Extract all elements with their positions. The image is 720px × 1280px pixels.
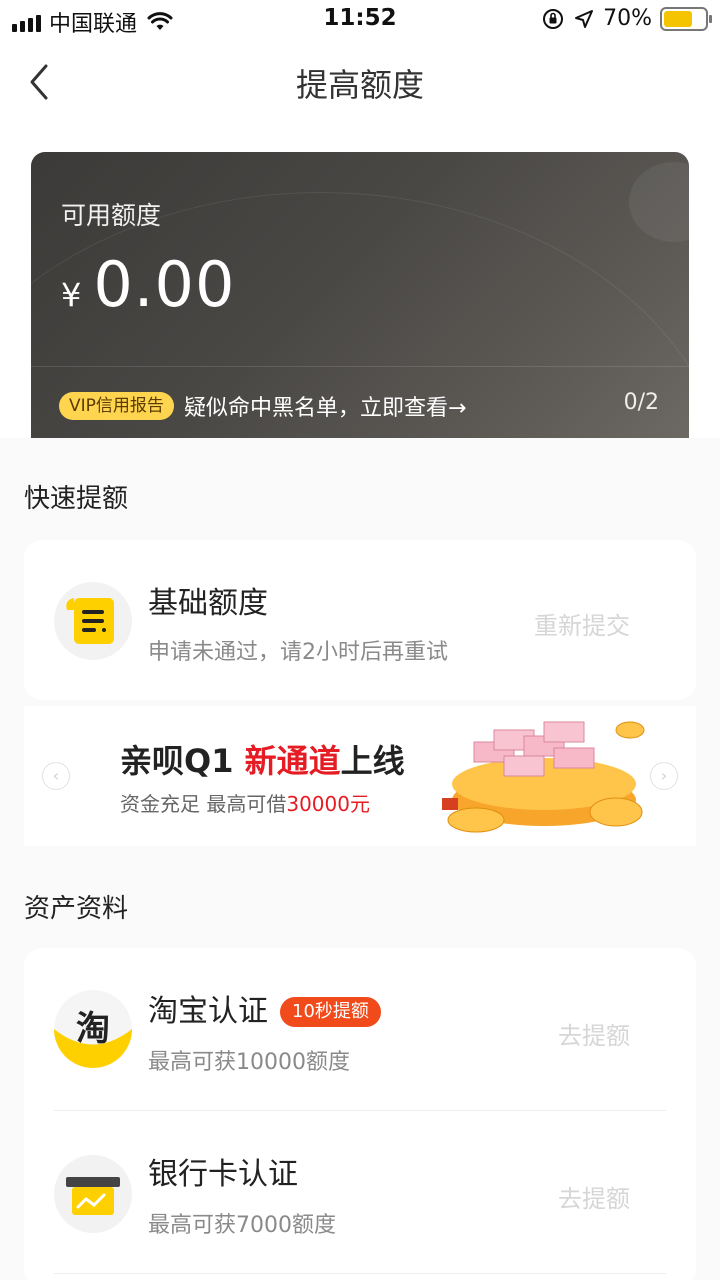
assets-panel: 淘 淘宝认证 10秒提额 最高可获10000额度 去提额 银行卡认证 最高可获70…	[24, 948, 696, 1280]
section-title-quick: 快速提额	[24, 484, 129, 514]
status-bar: 中国联通 11:52 70%	[0, 0, 720, 40]
promo-banner[interactable]: ‹ 亲呗Q1 新通道上线 资金充足 最高可借30000元 ›	[24, 706, 696, 846]
nav-bar: 提高额度	[0, 40, 720, 124]
bank-card-increase-button[interactable]: 去提额	[558, 1179, 630, 1214]
section-title-assets: 资产资料	[24, 894, 129, 924]
location-icon	[575, 9, 594, 28]
taobao-icon: 淘	[54, 990, 132, 1068]
vip-credit-report-badge[interactable]: VIP信用报告	[59, 392, 174, 420]
money-illustration	[442, 721, 645, 833]
credit-limit-card: 可用额度 ¥ 0.00 VIP信用报告 疑似命中黑名单，立即查看→ 0/2	[31, 152, 689, 438]
resubmit-button[interactable]: 重新提交	[534, 606, 630, 641]
list-item-bank-card[interactable]: 银行卡认证 最高可获7000额度 去提额	[24, 1111, 696, 1274]
quick-panel: 基础额度 申请未通过，请2小时后再重试 重新提交	[24, 540, 696, 700]
battery-percent: 70%	[603, 6, 652, 31]
item-title: 银行卡认证	[148, 1157, 298, 1192]
fast-increase-tag: 10秒提额	[280, 997, 381, 1027]
list-item-taobao[interactable]: 淘 淘宝认证 10秒提额 最高可获10000额度 去提额	[24, 948, 696, 1111]
taobao-increase-button[interactable]: 去提额	[558, 1016, 630, 1051]
credit-limit-amount: 0.00	[93, 248, 236, 321]
notice-counter: 0/2	[623, 390, 659, 415]
item-subtitle: 申请未通过，请2小时后再重试	[148, 640, 448, 665]
blacklist-notice-link[interactable]: 疑似命中黑名单，立即查看→	[184, 390, 466, 422]
page-title: 提高额度	[295, 66, 424, 104]
bank-card-icon	[54, 1155, 132, 1233]
divider	[54, 1273, 666, 1274]
item-subtitle: 最高可获7000额度	[148, 1213, 336, 1238]
orientation-lock-icon	[543, 8, 564, 29]
chevron-left-circle-icon[interactable]: ‹	[42, 762, 70, 790]
credit-limit-label: 可用额度	[61, 201, 162, 230]
list-item-basic-credit[interactable]: 基础额度 申请未通过，请2小时后再重试 重新提交	[24, 540, 696, 700]
battery-icon	[660, 6, 712, 31]
item-subtitle: 最高可获10000额度	[148, 1050, 350, 1075]
svg-text:淘: 淘	[76, 1009, 110, 1049]
banner-title: 亲呗Q1 新通道上线	[120, 742, 405, 780]
currency-symbol: ¥	[61, 276, 82, 314]
document-icon	[54, 582, 132, 660]
banner-subtitle: 资金充足 最高可借30000元	[120, 792, 370, 816]
item-title: 基础额度	[148, 586, 268, 621]
chevron-right-circle-icon[interactable]: ›	[650, 762, 678, 790]
item-title: 淘宝认证 10秒提额	[148, 986, 381, 1030]
